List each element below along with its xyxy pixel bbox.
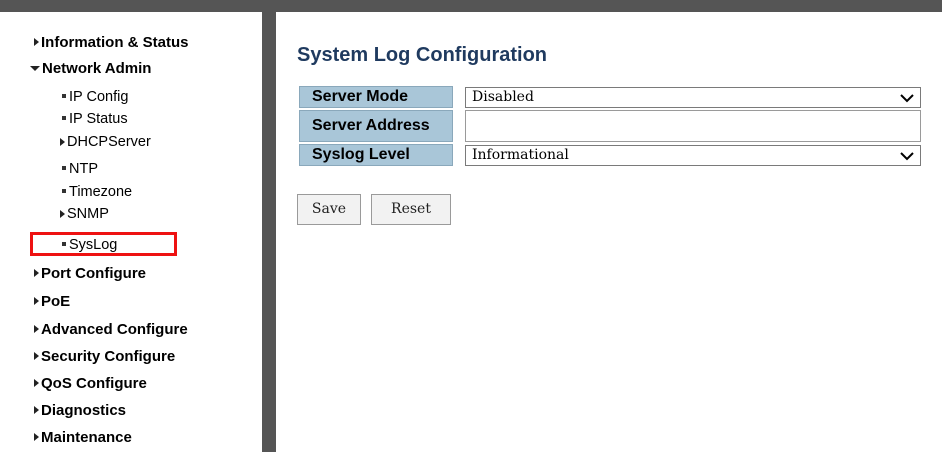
sidebar-item-port-configure[interactable]: Port Configure — [34, 265, 146, 283]
active-item-highlight — [30, 232, 177, 256]
sidebar-item-label: NTP — [69, 161, 98, 177]
sidebar-item-snmp[interactable]: SNMP — [60, 205, 109, 223]
server-mode-value: Disabled — [472, 88, 534, 105]
bullet-icon — [62, 166, 66, 170]
config-table: Server Mode Disabled Server Address Sysl… — [297, 84, 923, 168]
sidebar-item-label: Diagnostics — [41, 402, 127, 419]
sidebar-item-label: Maintenance — [41, 429, 132, 446]
expand-arrow-icon — [60, 210, 65, 218]
sidebar-item-label: IP Config — [69, 89, 129, 105]
table-row: Server Address — [299, 110, 921, 142]
chevron-down-icon — [900, 151, 914, 160]
expand-arrow-icon — [34, 38, 39, 46]
page-title: System Log Configuration — [297, 44, 547, 66]
server-mode-select[interactable]: Disabled — [465, 86, 921, 108]
expand-arrow-icon — [34, 433, 39, 441]
server-address-cell — [455, 110, 921, 142]
sidebar-item-label: IP Status — [69, 111, 128, 127]
syslog-level-label: Syslog Level — [299, 144, 453, 166]
sidebar-item-label: Security Configure — [41, 348, 176, 365]
bullet-icon — [62, 189, 66, 193]
sidebar-item-label: Network Admin — [42, 60, 152, 77]
server-address-input[interactable] — [465, 110, 921, 142]
sidebar-item-ntp[interactable]: NTP — [62, 160, 98, 178]
sidebar-item-timezone[interactable]: Timezone — [62, 183, 132, 201]
sidebar-item-advanced-configure[interactable]: Advanced Configure — [34, 321, 188, 339]
sidebar-item-label: QoS Configure — [41, 375, 147, 392]
syslog-level-cell: Informational — [455, 144, 921, 166]
expand-arrow-icon — [34, 297, 39, 305]
server-mode-label: Server Mode — [299, 86, 453, 108]
bullet-icon — [62, 94, 66, 98]
server-mode-cell: Disabled — [455, 86, 921, 108]
syslog-level-select[interactable]: Informational — [465, 144, 921, 166]
expand-arrow-icon — [34, 269, 39, 277]
sidebar-item-label: Timezone — [69, 184, 133, 200]
expand-arrow-icon — [34, 352, 39, 360]
sidebar-item-maintenance[interactable]: Maintenance — [34, 429, 132, 447]
sidebar-item-network-admin[interactable]: Network Admin — [30, 60, 151, 78]
sidebar-item-label: Advanced Configure — [41, 321, 188, 338]
sidebar-item-label: SNMP — [67, 206, 109, 222]
sidebar-item-label: Port Configure — [41, 265, 146, 282]
top-bar — [0, 0, 942, 12]
sidebar-item-label: Information & Status — [41, 34, 189, 51]
expand-arrow-icon — [60, 138, 65, 146]
sidebar-item-ip-status[interactable]: IP Status — [62, 110, 128, 128]
sidebar-item-information-status[interactable]: Information & Status — [34, 34, 189, 52]
sidebar-item-diagnostics[interactable]: Diagnostics — [34, 402, 126, 420]
sidebar-item-qos-configure[interactable]: QoS Configure — [34, 375, 147, 393]
sidebar-item-dhcp-server[interactable]: DHCPServer — [60, 133, 151, 151]
save-button[interactable]: Save — [297, 194, 361, 225]
sidebar-item-ip-config[interactable]: IP Config — [62, 88, 128, 106]
sidebar-item-label: PoE — [41, 293, 71, 310]
bullet-icon — [62, 116, 66, 120]
expand-arrow-icon — [34, 325, 39, 333]
sidebar-item-security-configure[interactable]: Security Configure — [34, 348, 175, 366]
collapse-arrow-icon — [30, 66, 40, 71]
sidebar-item-label: DHCPServer — [67, 134, 151, 150]
sidebar-item-poe[interactable]: PoE — [34, 293, 70, 311]
syslog-level-value: Informational — [472, 146, 569, 163]
reset-button[interactable]: Reset — [371, 194, 451, 225]
server-address-label: Server Address — [299, 110, 453, 142]
expand-arrow-icon — [34, 406, 39, 414]
page: Information & Status Network Admin IP Co… — [0, 0, 942, 452]
table-row: Server Mode Disabled — [299, 86, 921, 108]
chevron-down-icon — [900, 93, 914, 102]
sidebar-divider — [262, 12, 276, 452]
expand-arrow-icon — [34, 379, 39, 387]
table-row: Syslog Level Informational — [299, 144, 921, 166]
